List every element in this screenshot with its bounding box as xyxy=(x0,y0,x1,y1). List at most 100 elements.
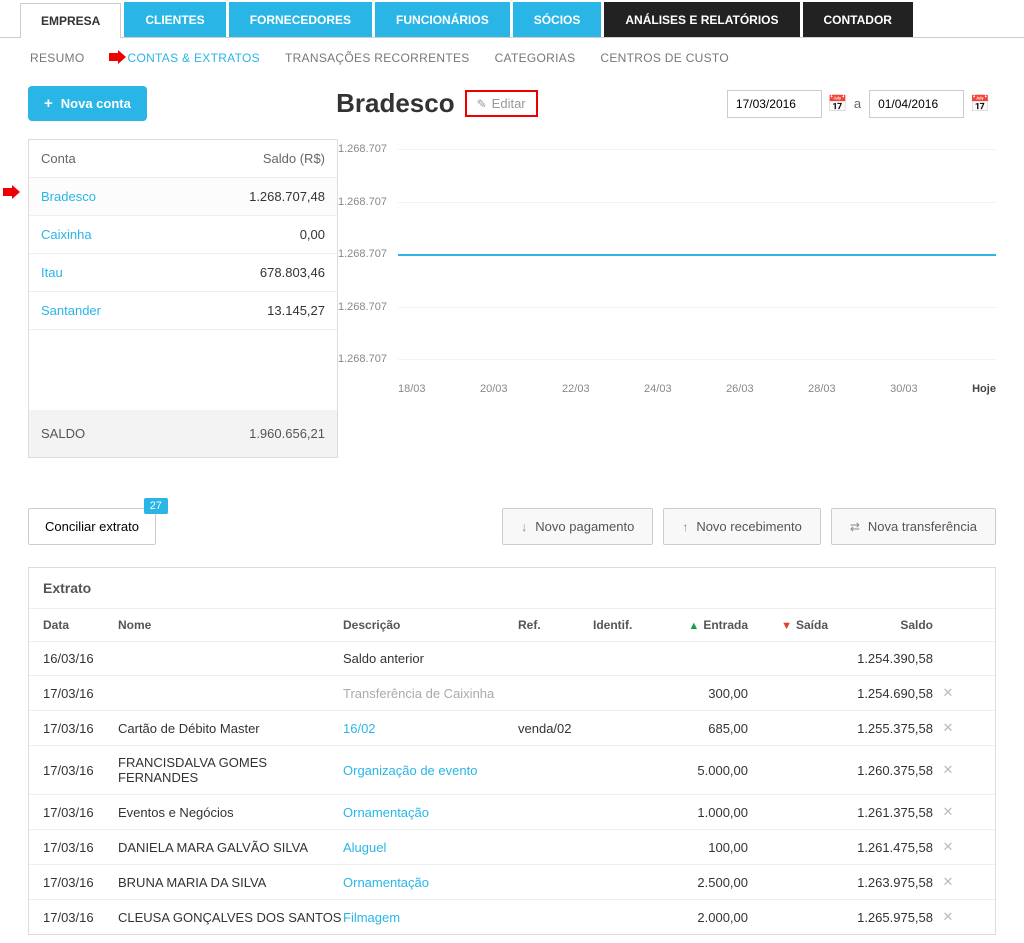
cell-desc[interactable]: 16/02 xyxy=(343,721,518,736)
account-name[interactable]: Itau xyxy=(41,265,63,280)
new-account-button[interactable]: + Nova conta xyxy=(28,86,147,121)
calendar-icon[interactable]: 📅 xyxy=(970,94,990,114)
statement-row: 17/03/16DANIELA MARA GALVÃO SILVAAluguel… xyxy=(29,829,995,864)
cell-desc[interactable]: Organização de evento xyxy=(343,763,518,778)
account-name[interactable]: Bradesco xyxy=(41,189,96,204)
cell-saldo: 1.254.690,58 xyxy=(828,686,933,701)
col-conta: Conta xyxy=(41,151,76,166)
account-balance: 1.268.707,48 xyxy=(249,189,325,204)
y-tick: 1.268.707 xyxy=(338,196,387,208)
tab-analises[interactable]: ANÁLISES E RELATÓRIOS xyxy=(604,2,799,37)
cell-saldo: 1.255.375,58 xyxy=(828,721,933,736)
cell-data: 17/03/16 xyxy=(43,910,118,925)
account-balance: 13.145,27 xyxy=(267,303,325,318)
col-saldo: Saldo xyxy=(828,618,933,632)
cell-desc[interactable]: Aluguel xyxy=(343,840,518,855)
cell-data: 17/03/16 xyxy=(43,840,118,855)
col-ident: Identif. xyxy=(593,618,653,632)
col-data: Data xyxy=(43,618,118,632)
balance-chart: 1.268.7071.268.7071.268.7071.268.7071.26… xyxy=(338,139,996,395)
delete-row-icon[interactable]: ✕ xyxy=(933,909,963,925)
date-range: 📅 a 📅 xyxy=(727,90,996,118)
sub-contas-extratos[interactable]: CONTAS & EXTRATOS xyxy=(127,51,259,65)
account-row[interactable]: Caixinha 0,00 xyxy=(29,216,337,254)
cell-data: 17/03/16 xyxy=(43,805,118,820)
statement-row: 17/03/16Cartão de Débito Master16/02vend… xyxy=(29,710,995,745)
account-row[interactable]: Santander 13.145,27 xyxy=(29,292,337,330)
sub-centros-custo[interactable]: CENTROS DE CUSTO xyxy=(600,51,729,65)
tab-fornecedores[interactable]: FORNECEDORES xyxy=(229,2,372,37)
chart-series xyxy=(398,254,996,256)
tab-funcionarios[interactable]: FUNCIONÁRIOS xyxy=(375,2,510,37)
sub-resumo[interactable]: RESUMO xyxy=(30,51,84,65)
statement-row: 17/03/16FRANCISDALVA GOMES FERNANDESOrga… xyxy=(29,745,995,794)
account-list: Conta Saldo (R$) Bradesco 1.268.707,48 C… xyxy=(28,139,338,458)
cell-entrada: 685,00 xyxy=(653,721,748,736)
cell-data: 16/03/16 xyxy=(43,651,118,666)
cell-entrada: 2.000,00 xyxy=(653,910,748,925)
calendar-icon[interactable]: 📅 xyxy=(828,94,848,114)
cell-nome: BRUNA MARIA DA SILVA xyxy=(118,875,343,890)
y-tick: 1.268.707 xyxy=(338,248,387,260)
x-tick: Hoje xyxy=(972,383,996,395)
cell-desc[interactable]: Filmagem xyxy=(343,910,518,925)
arrow-up-icon: ↑ xyxy=(682,520,688,534)
sub-transacoes[interactable]: TRANSAÇÕES RECORRENTES xyxy=(285,51,470,65)
y-tick: 1.268.707 xyxy=(338,353,387,365)
statement-row: 16/03/16Saldo anterior1.254.390,58 xyxy=(29,641,995,675)
delete-row-icon[interactable]: ✕ xyxy=(933,720,963,736)
cell-desc: Saldo anterior xyxy=(343,651,518,666)
sub-categorias[interactable]: CATEGORIAS xyxy=(495,51,576,65)
total-value: 1.960.656,21 xyxy=(249,426,325,441)
delete-row-icon[interactable]: ✕ xyxy=(933,874,963,890)
pencil-icon: ✎ xyxy=(477,97,487,111)
delete-row-icon[interactable]: ✕ xyxy=(933,804,963,820)
cell-data: 17/03/16 xyxy=(43,721,118,736)
cell-entrada: 5.000,00 xyxy=(653,763,748,778)
tab-clientes[interactable]: CLIENTES xyxy=(124,2,225,37)
statement-title: Extrato xyxy=(29,568,995,608)
account-balance: 678.803,46 xyxy=(260,265,325,280)
y-tick: 1.268.707 xyxy=(338,301,387,313)
tab-contador[interactable]: CONTADOR xyxy=(803,2,913,37)
date-from-input[interactable] xyxy=(727,90,822,118)
plus-icon: + xyxy=(44,95,53,112)
tabs-sub: RESUMO CONTAS & EXTRATOS TRANSAÇÕES RECO… xyxy=(0,38,1024,78)
tab-empresa[interactable]: EMPRESA xyxy=(20,3,121,38)
reconcile-button[interactable]: Conciliar extrato xyxy=(28,508,156,545)
delete-row-icon[interactable]: ✕ xyxy=(933,762,963,778)
new-payment-button[interactable]: ↓Novo pagamento xyxy=(502,508,653,545)
edit-button[interactable]: ✎ Editar xyxy=(465,90,538,117)
cell-entrada: 300,00 xyxy=(653,686,748,701)
x-tick: 26/03 xyxy=(726,383,754,395)
transfer-icon: ⇄ xyxy=(850,520,860,534)
statement-panel: Extrato Data Nome Descrição Ref. Identif… xyxy=(28,567,996,935)
annotation-arrow-icon xyxy=(109,51,125,65)
statement-row: 17/03/16BRUNA MARIA DA SILVAOrnamentação… xyxy=(29,864,995,899)
col-ent[interactable]: ▲Entrada xyxy=(653,618,748,632)
sort-asc-icon: ▲ xyxy=(688,620,699,632)
date-to-input[interactable] xyxy=(869,90,964,118)
cell-desc[interactable]: Ornamentação xyxy=(343,805,518,820)
cell-desc[interactable]: Ornamentação xyxy=(343,875,518,890)
x-tick: 18/03 xyxy=(398,383,426,395)
delete-row-icon[interactable]: ✕ xyxy=(933,839,963,855)
account-name[interactable]: Caixinha xyxy=(41,227,92,242)
delete-row-icon[interactable]: ✕ xyxy=(933,685,963,701)
account-row[interactable]: Itau 678.803,46 xyxy=(29,254,337,292)
account-row[interactable]: Bradesco 1.268.707,48 xyxy=(29,178,337,216)
new-receipt-button[interactable]: ↑Novo recebimento xyxy=(663,508,821,545)
account-name[interactable]: Santander xyxy=(41,303,101,318)
new-transfer-button[interactable]: ⇄Nova transferência xyxy=(831,508,996,545)
cell-data: 17/03/16 xyxy=(43,875,118,890)
date-sep: a xyxy=(854,96,861,111)
new-account-label: Nova conta xyxy=(61,96,131,111)
col-sai[interactable]: ▼Saída xyxy=(748,618,828,632)
tab-socios[interactable]: SÓCIOS xyxy=(513,2,602,37)
cell-nome: CLEUSA GONÇALVES DOS SANTOS xyxy=(118,910,343,925)
cell-saldo: 1.261.475,58 xyxy=(828,840,933,855)
statement-row: 17/03/16Eventos e NegóciosOrnamentação1.… xyxy=(29,794,995,829)
col-saldo: Saldo (R$) xyxy=(263,151,325,166)
col-desc: Descrição xyxy=(343,618,518,632)
cell-saldo: 1.263.975,58 xyxy=(828,875,933,890)
